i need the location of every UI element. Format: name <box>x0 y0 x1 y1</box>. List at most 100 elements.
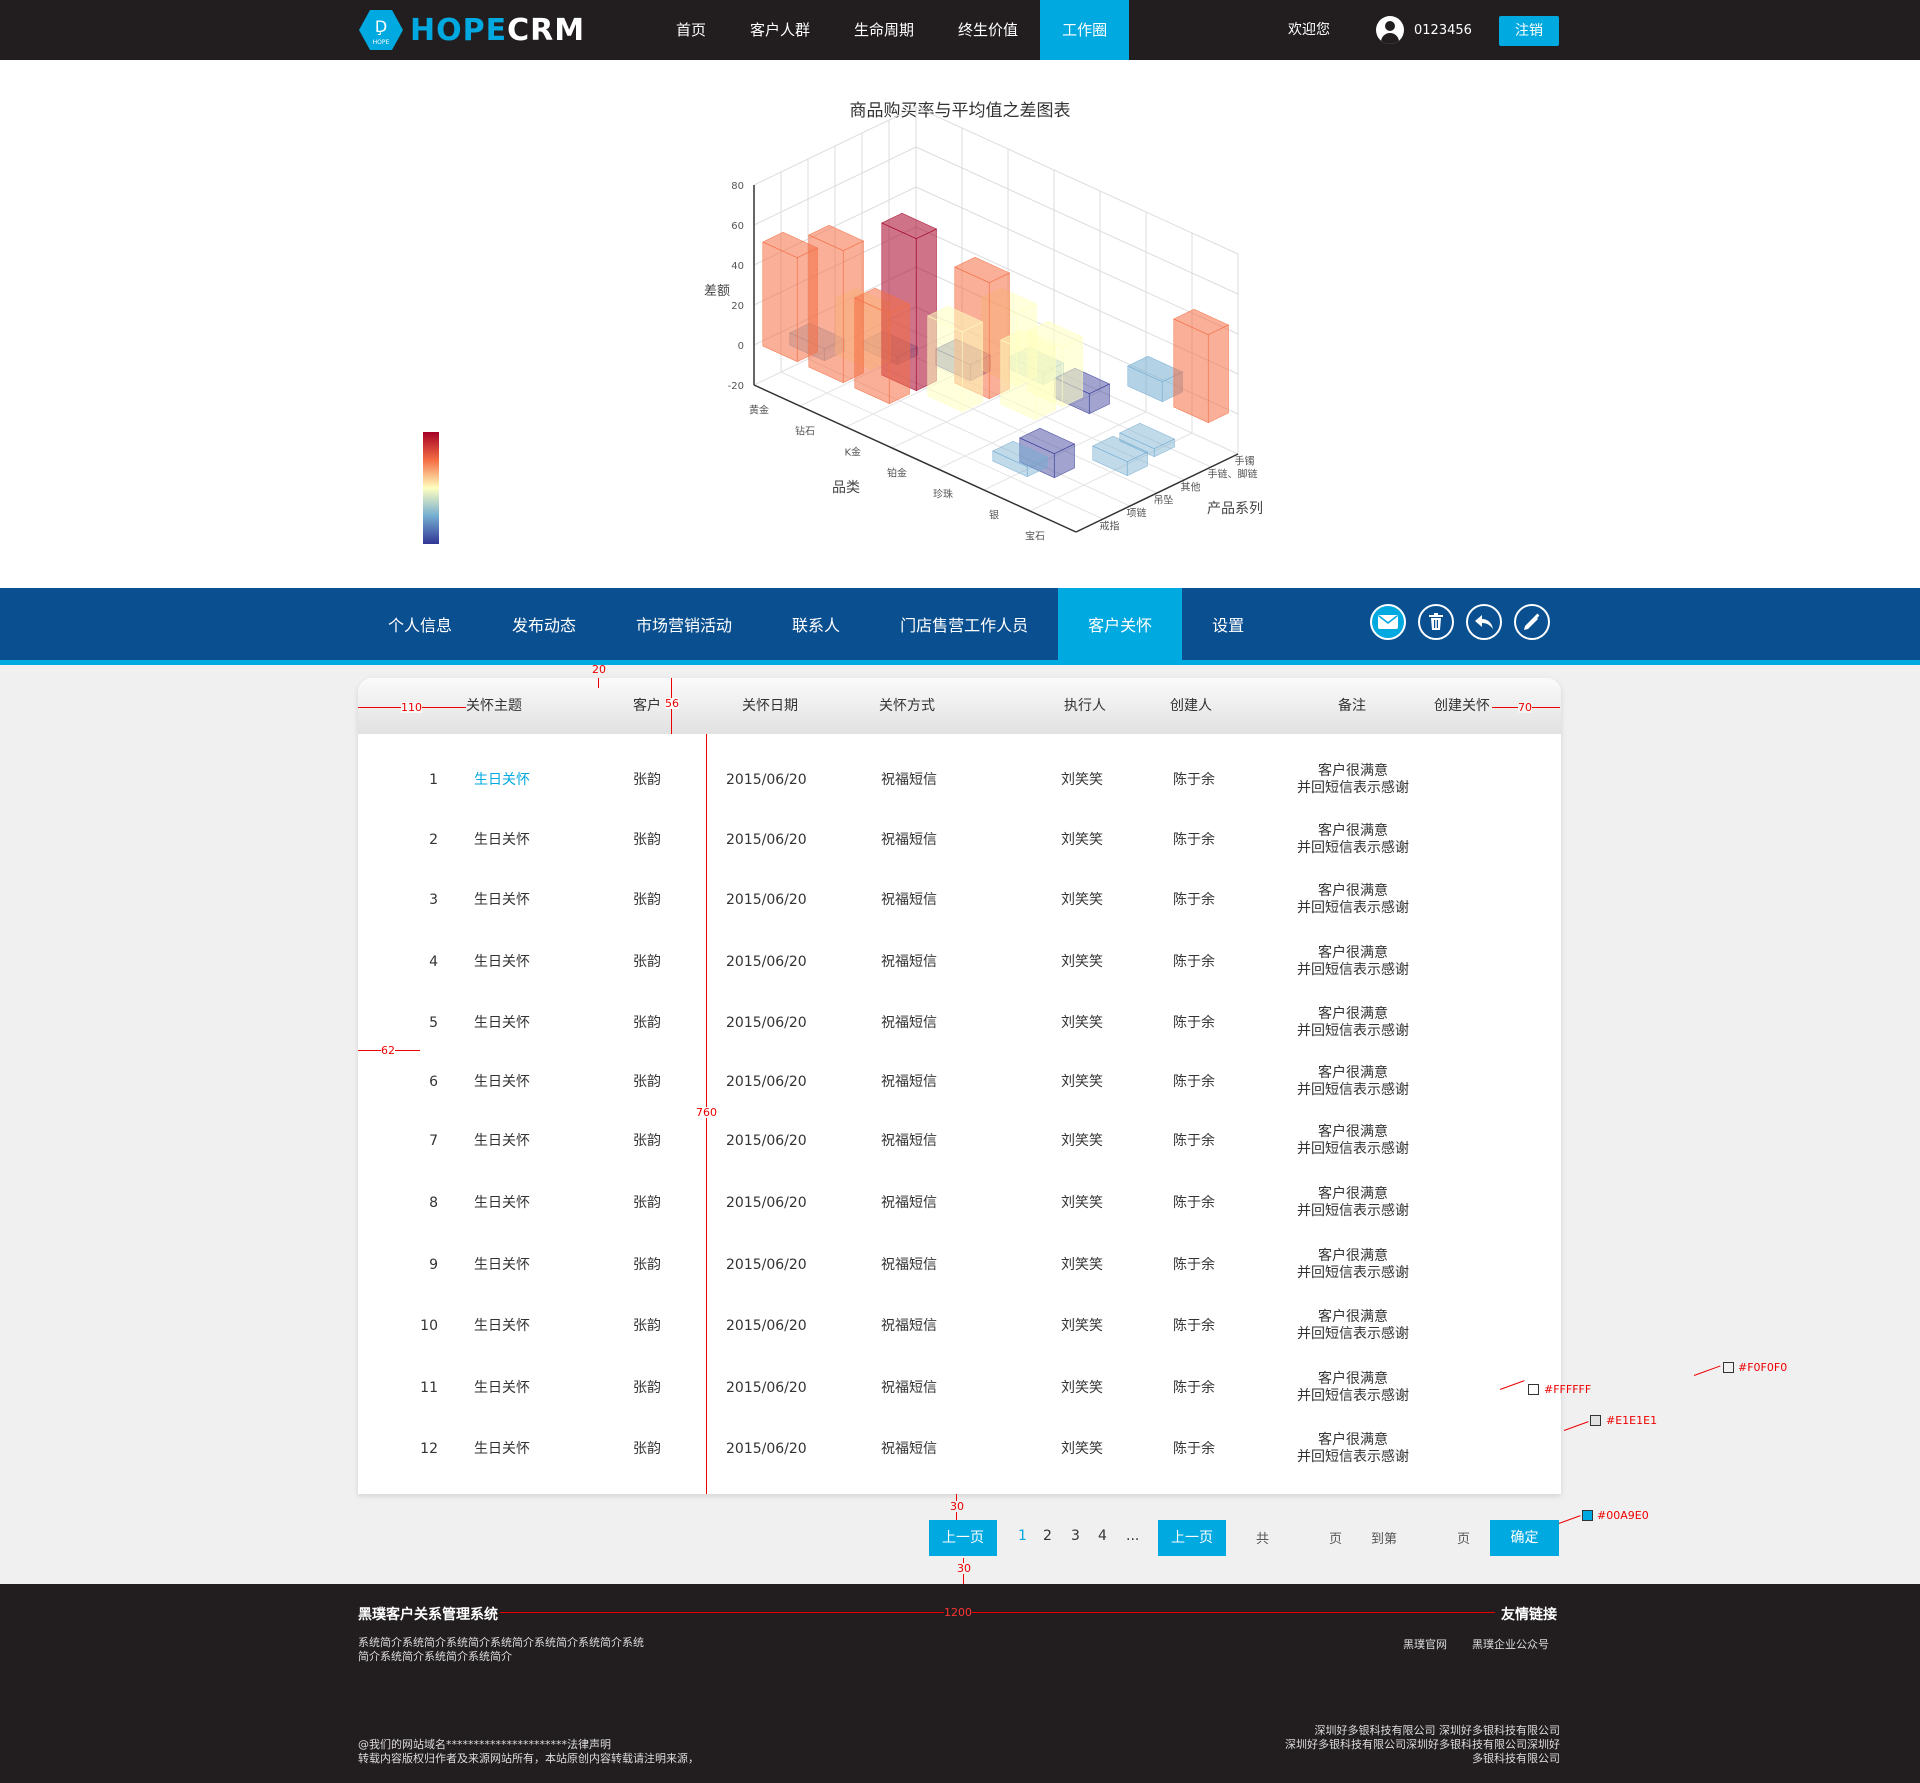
nav-item-lifecycle[interactable]: 生命周期 <box>832 0 936 60</box>
note: 客户很满意 并回短信表示感谢 <box>1293 1065 1413 1099</box>
footer: 黑璞客户关系管理系统 1200 友情链接 系统简介系统简介系统简介系统简介系统简… <box>0 1584 1920 1783</box>
care-topic-link[interactable]: 生日关怀 <box>474 810 530 870</box>
col-note[interactable]: 备注 <box>1338 678 1366 734</box>
visual-map-legend <box>423 432 439 544</box>
col-method[interactable]: 关怀方式 <box>879 678 935 734</box>
tab-post-updates[interactable]: 发布动态 <box>482 588 606 660</box>
col-creator[interactable]: 创建人 <box>1170 678 1212 734</box>
username: 0123456 <box>1414 22 1472 38</box>
creator-name: 陈于余 <box>1173 1074 1215 1090</box>
bar3d-face <box>1173 318 1209 424</box>
col-create-care[interactable]: 创建关怀 <box>1434 678 1490 734</box>
footer-copyright-2: 转载内容版权归作者及来源网站所有，本站原创内容转载请注明来源， <box>358 1752 699 1765</box>
care-topic-link[interactable]: 生日关怀 <box>474 870 530 930</box>
chart-panel: 商品购买率与平均值之差图表 -20 0 20 40 60 80 黄金 钻石 K金 铂金 珍珠银宝石手… <box>0 60 1920 588</box>
confirm-button[interactable]: 确定 <box>1490 1520 1559 1556</box>
care-topic-link[interactable]: 生日关怀 <box>474 1296 530 1356</box>
bar3d-face <box>854 297 890 405</box>
care-method: 祝福短信 <box>881 1380 937 1396</box>
note: 客户很满意 并回短信表示感谢 <box>1293 1248 1413 1282</box>
note: 客户很满意 并回短信表示感谢 <box>1293 1309 1413 1343</box>
care-topic-link[interactable]: 生日关怀 <box>474 932 530 992</box>
care-topic-link[interactable]: 生日关怀 <box>474 1358 530 1418</box>
bar3d-chart: -20 0 20 40 60 80 黄金钻石 K金铂金珍珠银宝石 手镯手链、脚链其他吊坠项链戒指… <box>423 106 1263 544</box>
customer-name: 张韵 <box>633 1133 661 1149</box>
col-executor[interactable]: 执行人 <box>1064 678 1106 734</box>
care-date: 2015/06/20 <box>726 832 807 848</box>
edit-icon[interactable] <box>1514 604 1550 640</box>
care-topic-link[interactable]: 生日关怀 <box>474 993 530 1053</box>
col-customer[interactable]: 客户 <box>633 678 661 734</box>
care-topic-link[interactable]: 生日关怀 <box>474 1173 530 1233</box>
tab-store-staff[interactable]: 门店售营工作人员 <box>870 588 1058 660</box>
y-tick-label: 吊坠 <box>1154 495 1174 507</box>
tab-personal-info[interactable]: 个人信息 <box>358 588 482 660</box>
care-method: 祝福短信 <box>881 1015 937 1031</box>
care-method: 祝福短信 <box>881 1257 937 1273</box>
link-official-site[interactable]: 黑璞官网 <box>1403 1636 1447 1652</box>
table-row: 4 生日关怀 张韵 2015/06/20 祝福短信 刘笑笑 陈于余 客户很满意 并回短信表示感谢 <box>358 932 1561 992</box>
reply-icon[interactable] <box>1466 604 1502 640</box>
note-line1: 客户很满意 <box>1318 945 1388 961</box>
table-row: 1 生日关怀 张韵 2015/06/20 祝福短信 刘笑笑 陈于余 客户很满意 并回短信表示感谢 <box>358 750 1561 810</box>
user-info[interactable]: 0123456 <box>1376 16 1472 44</box>
z-tick-label: 0 <box>738 341 744 352</box>
note-line2: 并回短信表示感谢 <box>1297 780 1409 796</box>
x-axis-label: 品类 <box>832 480 860 496</box>
page-3[interactable]: 3 <box>1071 1528 1080 1544</box>
nav-item-customer-groups[interactable]: 客户人群 <box>728 0 832 60</box>
care-topic-link[interactable]: 生日关怀 <box>474 1235 530 1295</box>
page-2[interactable]: 2 <box>1043 1528 1052 1544</box>
executor-name: 刘笑笑 <box>1061 1318 1103 1334</box>
executor-name: 刘笑笑 <box>1061 772 1103 788</box>
prev-page-button-2[interactable]: 上一页 <box>1158 1520 1226 1556</box>
y-tick-label: 戒指 <box>1100 520 1120 533</box>
x-tick-label: 银 <box>989 509 999 522</box>
tab-customer-care[interactable]: 客户关怀 <box>1058 588 1183 660</box>
prev-page-button[interactable]: 上一页 <box>929 1520 997 1556</box>
col-date[interactable]: 关怀日期 <box>742 678 798 734</box>
page-unit-label: 页 <box>1329 1532 1343 1547</box>
row-number: 8 <box>429 1195 438 1211</box>
footer-copyright-1: @我们的网站域名**********************法律声明 <box>358 1738 611 1751</box>
trash-icon[interactable] <box>1418 604 1454 640</box>
table-row: 9 生日关怀 张韵 2015/06/20 祝福短信 刘笑笑 陈于余 客户很满意 并回短信表示感谢 <box>358 1235 1561 1295</box>
bar3d-face <box>762 241 798 363</box>
care-topic-link[interactable]: 生日关怀 <box>474 1419 530 1479</box>
sub-nav: 个人信息 发布动态 市场营销活动 联系人 门店售营工作人员 客户关怀 设置 <box>0 588 1920 665</box>
page-1[interactable]: 1 <box>1018 1528 1027 1544</box>
page-4[interactable]: 4 <box>1098 1528 1107 1544</box>
link-wechat-account[interactable]: 黑璞企业公众号 <box>1472 1636 1549 1652</box>
footer-title: 黑璞客户关系管理系统 <box>358 1607 498 1623</box>
executor-name: 刘笑笑 <box>1061 1257 1103 1273</box>
tab-marketing[interactable]: 市场营销活动 <box>606 588 762 660</box>
nav-item-lifetime-value[interactable]: 终生价值 <box>936 0 1040 60</box>
col-topic[interactable]: 关怀主题 <box>466 678 522 734</box>
z-tick-label: 20 <box>731 301 744 312</box>
welcome-text: 欢迎您 <box>1288 22 1330 38</box>
footer-company-2: 深圳好多银科技有限公司深圳好多银科技有限公司深圳好 <box>1285 1738 1560 1751</box>
tab-settings[interactable]: 设置 <box>1182 588 1274 660</box>
nav-item-workspace[interactable]: 工作圈 <box>1040 0 1130 60</box>
customer-name: 张韵 <box>633 892 661 908</box>
care-topic-link[interactable]: 生日关怀 <box>474 1111 530 1171</box>
y-tick-label: 其他 <box>1181 481 1201 494</box>
care-topic-link[interactable]: 生日关怀 <box>474 750 530 810</box>
executor-name: 刘笑笑 <box>1061 1441 1103 1457</box>
goto-page-input[interactable] <box>1400 1520 1448 1554</box>
row-number: 12 <box>420 1441 438 1457</box>
mail-icon[interactable] <box>1370 604 1406 640</box>
care-topic-link[interactable]: 生日关怀 <box>474 1052 530 1112</box>
note: 客户很满意 并回短信表示感谢 <box>1293 883 1413 917</box>
pointer-line <box>1563 1421 1589 1431</box>
measure-label: 30 <box>957 1562 971 1575</box>
nav-item-home[interactable]: 首页 <box>654 0 728 60</box>
executor-name: 刘笑笑 <box>1061 1015 1103 1031</box>
bar3d-face <box>1207 324 1229 424</box>
creator-name: 陈于余 <box>1173 1133 1215 1149</box>
page-unit-label-2: 页 <box>1457 1532 1471 1547</box>
grid-line <box>915 106 1239 255</box>
tab-contacts[interactable]: 联系人 <box>762 588 870 660</box>
logout-button[interactable]: 注销 <box>1499 16 1559 46</box>
brand-logo[interactable]: Ḑ HOPE HOPECRM <box>358 8 585 52</box>
